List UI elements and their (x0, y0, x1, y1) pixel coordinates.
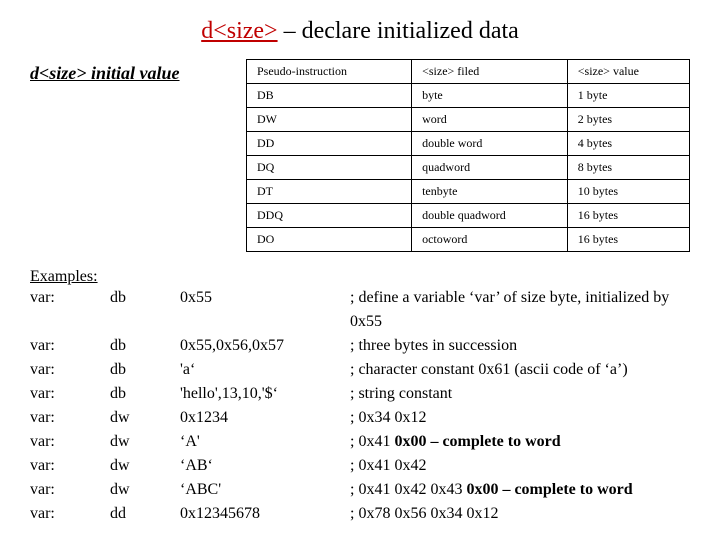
table-row: DWword2 bytes (247, 108, 690, 132)
table-cell: DDQ (247, 204, 412, 228)
example-var: var: (30, 382, 110, 406)
syntax-line: d<size> initial value (30, 59, 230, 252)
example-var: var: (30, 286, 110, 334)
table-cell: byte (412, 84, 568, 108)
table-cell: 16 bytes (567, 204, 689, 228)
title-keyword: d<size> (201, 18, 277, 44)
example-comment: ; three bytes in succession (350, 334, 690, 358)
table-cell: DO (247, 228, 412, 252)
example-value: 'a‘ (180, 358, 350, 382)
example-var: var: (30, 454, 110, 478)
example-op: db (110, 382, 180, 406)
example-comment: ; define a variable ‘var’ of size byte, … (350, 286, 690, 334)
table-cell: DD (247, 132, 412, 156)
table-cell: DT (247, 180, 412, 204)
table-cell: 2 bytes (567, 108, 689, 132)
table-cell: 16 bytes (567, 228, 689, 252)
example-row: var:dw‘AB‘; 0x41 0x42 (30, 454, 690, 478)
table-cell: DB (247, 84, 412, 108)
table-cell: double word (412, 132, 568, 156)
table-cell: 4 bytes (567, 132, 689, 156)
example-comment: ; character constant 0x61 (ascii code of… (350, 358, 690, 382)
table-cell: quadword (412, 156, 568, 180)
example-value: ‘AB‘ (180, 454, 350, 478)
example-value: 0x55 (180, 286, 350, 334)
example-var: var: (30, 334, 110, 358)
example-comment: ; 0x41 0x42 0x43 0x00 – complete to word (350, 478, 690, 502)
example-op: dd (110, 502, 180, 526)
table-cell: DW (247, 108, 412, 132)
example-op: dw (110, 478, 180, 502)
table-cell: tenbyte (412, 180, 568, 204)
table-cell: 1 byte (567, 84, 689, 108)
table-header-cell: Pseudo-instruction (247, 60, 412, 84)
example-var: var: (30, 406, 110, 430)
table-header-cell: <size> filed (412, 60, 568, 84)
example-op: db (110, 286, 180, 334)
example-value: ‘ABC' (180, 478, 350, 502)
example-row: var:dd0x12345678; 0x78 0x56 0x34 0x12 (30, 502, 690, 526)
example-value: 0x55,0x56,0x57 (180, 334, 350, 358)
slide-title: d<size> – declare initialized data (30, 18, 690, 45)
comment-bold: 0x00 – complete to word (466, 481, 632, 498)
example-op: dw (110, 406, 180, 430)
example-op: dw (110, 430, 180, 454)
table-row: DDQdouble quadword16 bytes (247, 204, 690, 228)
example-var: var: (30, 430, 110, 454)
example-comment: ; string constant (350, 382, 690, 406)
example-comment: ; 0x34 0x12 (350, 406, 690, 430)
table-cell: double quadword (412, 204, 568, 228)
example-var: var: (30, 478, 110, 502)
example-row: var:dw0x1234; 0x34 0x12 (30, 406, 690, 430)
example-value: 0x1234 (180, 406, 350, 430)
table-cell: 10 bytes (567, 180, 689, 204)
table-cell: 8 bytes (567, 156, 689, 180)
example-op: dw (110, 454, 180, 478)
example-value: ‘A' (180, 430, 350, 454)
size-table: Pseudo-instruction<size> filed<size> val… (246, 59, 690, 252)
example-comment: ; 0x41 0x00 – complete to word (350, 430, 690, 454)
example-row: var:db0x55; define a variable ‘var’ of s… (30, 286, 690, 334)
example-value: 0x12345678 (180, 502, 350, 526)
table-row: DQquadword8 bytes (247, 156, 690, 180)
example-row: var:db0x55,0x56,0x57; three bytes in suc… (30, 334, 690, 358)
example-row: var:db'hello',13,10,'$‘; string constant (30, 382, 690, 406)
example-op: db (110, 334, 180, 358)
table-cell: octoword (412, 228, 568, 252)
title-rest: – declare initialized data (278, 18, 519, 44)
examples-list: var:db0x55; define a variable ‘var’ of s… (30, 286, 690, 526)
table-cell: word (412, 108, 568, 132)
table-row: DTtenbyte10 bytes (247, 180, 690, 204)
example-op: db (110, 358, 180, 382)
example-row: var:dw‘ABC'; 0x41 0x42 0x43 0x00 – compl… (30, 478, 690, 502)
examples-heading: Examples: (30, 268, 690, 286)
table-row: DOoctoword16 bytes (247, 228, 690, 252)
table-row: DBbyte1 byte (247, 84, 690, 108)
example-comment: ; 0x41 0x42 (350, 454, 690, 478)
example-var: var: (30, 358, 110, 382)
table-cell: DQ (247, 156, 412, 180)
example-comment: ; 0x78 0x56 0x34 0x12 (350, 502, 690, 526)
example-row: var:db'a‘; character constant 0x61 (asci… (30, 358, 690, 382)
example-value: 'hello',13,10,'$‘ (180, 382, 350, 406)
table-row: DDdouble word4 bytes (247, 132, 690, 156)
table-header-cell: <size> value (567, 60, 689, 84)
example-row: var:dw‘A'; 0x41 0x00 – complete to word (30, 430, 690, 454)
comment-bold: 0x00 – complete to word (394, 433, 560, 450)
example-var: var: (30, 502, 110, 526)
